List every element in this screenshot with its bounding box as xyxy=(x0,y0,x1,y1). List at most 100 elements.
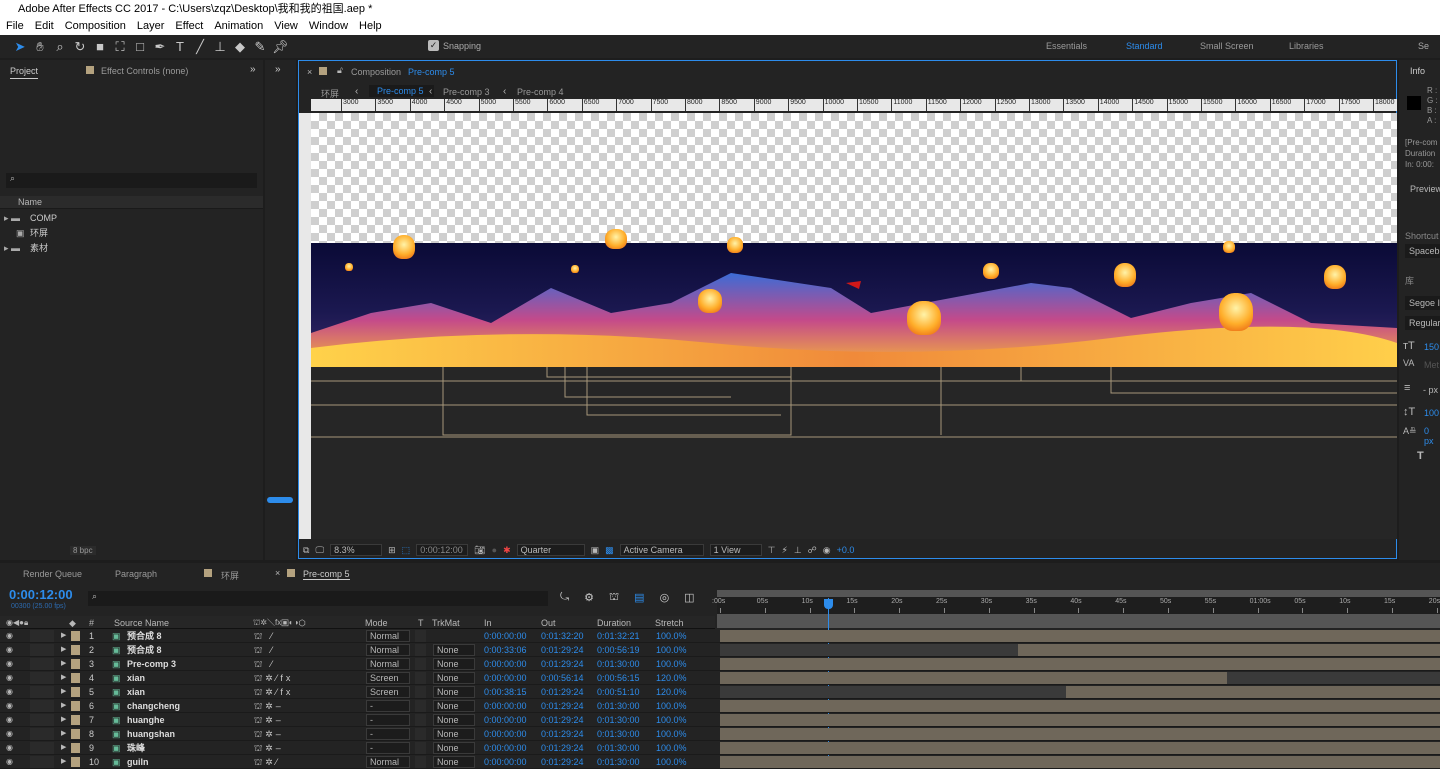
preserve-transparency-toggle[interactable] xyxy=(415,672,426,684)
layer-row[interactable]: ◉ ▶ 1 ▣ 预合成 8 ⛫ ⁄ Normal 0:00:00:00 0:01:32:20 0:… xyxy=(0,629,1440,643)
blend-mode-dropdown[interactable]: Screen xyxy=(366,686,410,698)
type-icon[interactable]: T xyxy=(172,39,188,55)
faux-bold-icon[interactable]: T xyxy=(1417,450,1424,462)
duration[interactable]: 0:00:51:10 xyxy=(597,685,640,699)
visibility-eye-icon[interactable]: ◉ xyxy=(6,713,13,727)
in-point[interactable]: 0:00:00:00 xyxy=(484,741,527,755)
expand-triangle-icon[interactable]: ▶ xyxy=(61,755,66,769)
blend-mode-dropdown[interactable]: - xyxy=(366,742,410,754)
track-matte-dropdown[interactable]: None xyxy=(433,728,475,740)
visibility-eye-icon[interactable]: ◉ xyxy=(6,643,13,657)
layer-row[interactable]: ◉ ▶ 3 ▣ Pre-comp 3 ⛫ ⁄ Normal None 0:00:00:00 0:0… xyxy=(0,657,1440,671)
expand-triangle-icon[interactable]: ▶ xyxy=(61,671,66,685)
panel-scroll-handle[interactable] xyxy=(267,497,293,503)
duration[interactable]: 0:01:32:21 xyxy=(597,629,640,643)
always-preview-icon[interactable]: ⧉ xyxy=(303,545,309,556)
menu-window[interactable]: Window xyxy=(309,18,348,35)
tab-render-queue[interactable]: Render Queue xyxy=(23,569,82,579)
preserve-transparency-toggle[interactable] xyxy=(415,756,426,768)
flowchart-icon[interactable]: ☍ xyxy=(808,545,817,556)
menu-help[interactable]: Help xyxy=(359,18,382,35)
font-family-dropdown[interactable]: Segoe I xyxy=(1405,296,1440,310)
safe-zones-icon[interactable]: ⊞ xyxy=(388,545,396,556)
stretch[interactable]: 120.0% xyxy=(656,685,687,699)
timeline-icon[interactable]: ⊥ xyxy=(794,545,802,556)
tab-pre-comp-5[interactable]: Pre-comp 5 xyxy=(303,569,350,580)
work-area-bar[interactable] xyxy=(717,614,1440,628)
label-color-swatch[interactable] xyxy=(71,743,80,753)
column-name[interactable]: Name xyxy=(0,196,263,209)
timeline-current-time[interactable]: 0:00:12:00 xyxy=(9,587,73,602)
track-matte-dropdown[interactable]: None xyxy=(433,714,475,726)
layer-switches[interactable]: ⛫✲– xyxy=(254,699,284,713)
project-item[interactable]: ▸ ▬ 素材 xyxy=(0,241,250,255)
pen-icon[interactable]: ✒︎ xyxy=(152,39,168,55)
layer-switches[interactable]: ⛫✲– xyxy=(254,741,284,755)
search-help-input[interactable]: Se xyxy=(1418,41,1429,51)
out-point[interactable]: 0:01:29:24 xyxy=(541,657,584,671)
layer-duration-bar[interactable] xyxy=(720,742,1440,754)
tab-effect-controls[interactable]: Effect Controls (none) xyxy=(101,66,188,76)
switch-boxes[interactable] xyxy=(30,630,54,642)
stretch[interactable]: 100.0% xyxy=(656,741,687,755)
preserve-transparency-toggle[interactable] xyxy=(415,644,426,656)
expand-triangle-icon[interactable]: ▶ xyxy=(61,699,66,713)
rotate-icon[interactable]: ↻ xyxy=(72,39,88,55)
puppet-pin-icon[interactable]: 📌︎ xyxy=(272,39,289,55)
bpc-button[interactable]: 8 bpc xyxy=(70,546,96,555)
in-point[interactable]: 0:00:00:00 xyxy=(484,671,527,685)
switch-boxes[interactable] xyxy=(30,756,54,768)
baseline-shift-value[interactable]: 0 px xyxy=(1424,426,1440,446)
label-color-swatch[interactable] xyxy=(71,645,80,655)
track-matte-dropdown[interactable]: None xyxy=(433,672,475,684)
monitor-icon[interactable]: 🖵︎ xyxy=(315,545,324,556)
track-matte-dropdown[interactable]: None xyxy=(433,756,475,768)
visibility-eye-icon[interactable]: ◉ xyxy=(6,727,13,741)
col-mode[interactable]: Mode xyxy=(365,616,388,630)
layer-row[interactable]: ◉ ▶ 2 ▣ 预合成 8 ⛫ ⁄ Normal None 0:00:33:06 0:01:29:… xyxy=(0,643,1440,657)
visibility-eye-icon[interactable]: ◉ xyxy=(6,657,13,671)
tab-info[interactable]: Info xyxy=(1410,66,1425,76)
layer-row[interactable]: ◉ ▶ 5 ▣ xian ⛫✲⁄fx Screen None 0:00:38:15 0:01:29… xyxy=(0,685,1440,699)
menu-view[interactable]: View xyxy=(274,18,298,35)
layer-row[interactable]: ◉ ▶ 10 ▣ guiln ⛫✲⁄ Normal None 0:00:00:00 0:01:29… xyxy=(0,755,1440,769)
visibility-eye-icon[interactable]: ◉ xyxy=(6,699,13,713)
layer-row[interactable]: ◉ ▶ 6 ▣ changcheng ⛫✲– - None 0:00:00:00 0:01:29:… xyxy=(0,699,1440,713)
preserve-transparency-toggle[interactable] xyxy=(415,700,426,712)
preserve-transparency-toggle[interactable] xyxy=(415,658,426,670)
out-point[interactable]: 0:01:29:24 xyxy=(541,741,584,755)
layer-duration-bar[interactable] xyxy=(720,728,1440,740)
font-size-value[interactable]: 150 xyxy=(1424,342,1439,352)
layer-name[interactable]: guiln xyxy=(127,755,149,769)
graph-editor-icon[interactable]: ◫ xyxy=(684,591,694,605)
switch-boxes[interactable] xyxy=(30,742,54,754)
layer-row[interactable]: ◉ ▶ 7 ▣ huanghe ⛫✲– - None 0:00:00:00 0:01:29:24 0… xyxy=(0,713,1440,727)
workspace-standard[interactable]: Standard xyxy=(1126,41,1163,51)
clone-stamp-icon[interactable]: ⊥ xyxy=(212,39,228,55)
magnification-dropdown[interactable]: 8.3% xyxy=(330,544,383,556)
layer-name[interactable]: xian xyxy=(127,685,145,699)
playhead-handle[interactable] xyxy=(823,599,833,609)
preserve-transparency-toggle[interactable] xyxy=(415,714,426,726)
track-matte-dropdown[interactable]: None xyxy=(433,658,475,670)
out-point[interactable]: 0:01:29:24 xyxy=(541,643,584,657)
blend-mode-dropdown[interactable]: - xyxy=(366,714,410,726)
panel-overflow-icon[interactable]: » xyxy=(275,64,281,75)
tab-paragraph[interactable]: Paragraph xyxy=(115,569,157,579)
comp-canvas[interactable] xyxy=(311,113,1397,539)
shy-layers-icon[interactable]: ⛫ xyxy=(609,591,619,605)
expand-triangle-icon[interactable]: ▶ xyxy=(61,741,66,755)
out-point[interactable]: 0:01:29:24 xyxy=(541,727,584,741)
expand-triangle-icon[interactable]: ▶ xyxy=(61,643,66,657)
camera-icon[interactable]: ■ xyxy=(92,39,108,55)
close-tab-icon[interactable]: × xyxy=(307,67,312,77)
duration[interactable]: 0:00:56:19 xyxy=(597,643,640,657)
blend-mode-dropdown[interactable]: Normal xyxy=(366,658,410,670)
frame-blending-icon[interactable]: ▤ xyxy=(634,591,644,605)
stretch[interactable]: 100.0% xyxy=(656,713,687,727)
panel-overflow-icon[interactable]: » xyxy=(250,64,256,75)
col-in[interactable]: In xyxy=(484,616,492,630)
close-tab-icon[interactable]: × xyxy=(275,568,280,578)
current-time-field[interactable]: 0:00:12:00 xyxy=(416,544,469,556)
expand-triangle-icon[interactable]: ▶ xyxy=(61,657,66,671)
